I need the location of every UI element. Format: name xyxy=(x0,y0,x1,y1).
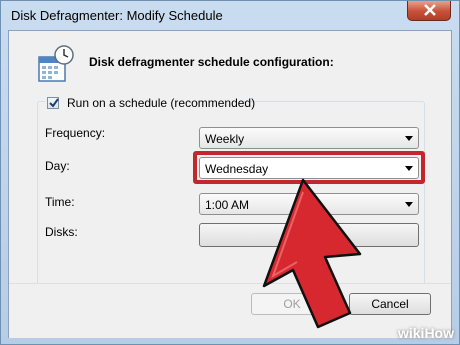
window-title: Disk Defragmenter: Modify Schedule xyxy=(11,8,223,23)
calendar-clock-icon xyxy=(38,45,74,82)
time-select[interactable]: 1:00 AM xyxy=(199,193,419,215)
header-title: Disk defragmenter schedule configuration… xyxy=(89,55,334,69)
select-disks-button[interactable]: Sel xyxy=(199,223,419,247)
day-highlight-box xyxy=(193,151,425,184)
ok-button[interactable]: OK xyxy=(251,293,333,315)
close-button[interactable] xyxy=(407,1,451,21)
chevron-down-icon xyxy=(405,136,413,141)
close-icon xyxy=(424,4,436,16)
disks-label: Disks: xyxy=(45,225,78,239)
chevron-down-icon xyxy=(405,202,413,207)
frequency-value: Weekly xyxy=(205,132,245,146)
cancel-button[interactable]: Cancel xyxy=(349,293,431,315)
checkmark-icon xyxy=(49,98,59,108)
watermark-logo: wikiHow xyxy=(397,325,454,341)
title-bar[interactable]: Disk Defragmenter: Modify Schedule xyxy=(1,1,459,31)
day-label: Day: xyxy=(45,159,70,173)
schedule-checkbox-label: Run on a schedule (recommended) xyxy=(67,96,256,110)
schedule-checkbox-row[interactable]: Run on a schedule (recommended) xyxy=(45,95,255,111)
time-value: 1:00 AM xyxy=(205,198,250,212)
frequency-label: Frequency: xyxy=(45,126,106,140)
schedule-checkbox[interactable] xyxy=(47,97,59,109)
dialog-window: Disk Defragmenter: Modify Schedule Disk … xyxy=(0,0,460,345)
time-label: Time: xyxy=(45,195,75,209)
frequency-select[interactable]: Weekly xyxy=(199,127,419,149)
dialog-body: Disk defragmenter schedule configuration… xyxy=(8,30,452,338)
